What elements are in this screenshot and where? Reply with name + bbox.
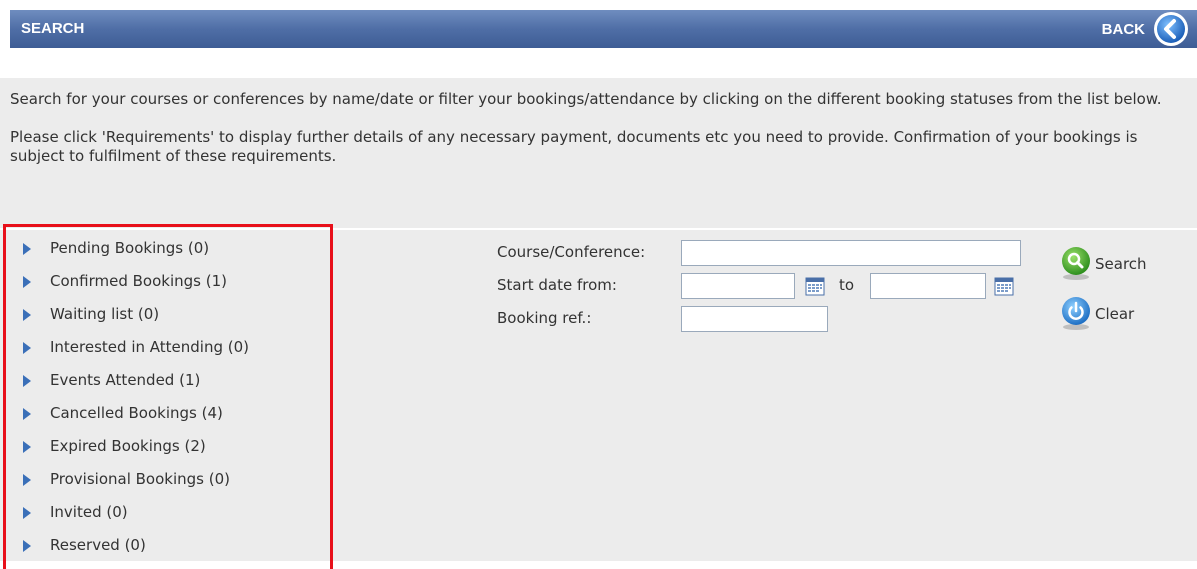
triangle-right-icon	[23, 441, 31, 453]
intro-paragraph-2: Please click 'Requirements' to display f…	[10, 128, 1138, 165]
triangle-right-icon	[23, 507, 31, 519]
intro-paragraph-1: Search for your courses or conferences b…	[10, 90, 1162, 108]
date-to-input[interactable]	[870, 273, 986, 299]
status-item-interested[interactable]: Interested in Attending (0)	[23, 338, 330, 371]
back-button[interactable]: BACK	[1102, 10, 1190, 48]
triangle-right-icon	[23, 276, 31, 288]
status-item-attended[interactable]: Events Attended (1)	[23, 371, 330, 404]
course-input[interactable]	[681, 240, 1021, 266]
status-label: Confirmed Bookings (1)	[50, 272, 227, 290]
status-item-confirmed[interactable]: Confirmed Bookings (1)	[23, 272, 330, 305]
page-title: SEARCH	[21, 20, 85, 37]
status-label: Provisional Bookings (0)	[50, 470, 230, 488]
page-header: SEARCH BACK	[10, 10, 1197, 48]
status-label: Cancelled Bookings (4)	[50, 404, 223, 422]
back-arrow-icon[interactable]	[1152, 10, 1190, 48]
triangle-right-icon	[23, 375, 31, 387]
calendar-icon[interactable]	[994, 276, 1014, 296]
calendar-icon[interactable]	[805, 276, 825, 296]
triangle-right-icon	[23, 342, 31, 354]
booking-ref-label: Booking ref.:	[497, 309, 592, 327]
status-item-expired[interactable]: Expired Bookings (2)	[23, 437, 330, 470]
status-item-provisional[interactable]: Provisional Bookings (0)	[23, 470, 330, 503]
clear-icon	[1062, 297, 1090, 330]
course-label: Course/Conference:	[497, 243, 646, 261]
status-label: Reserved (0)	[50, 536, 146, 554]
status-label: Events Attended (1)	[50, 371, 201, 389]
to-label: to	[839, 276, 855, 294]
status-item-reserved[interactable]: Reserved (0)	[23, 536, 330, 569]
search-button[interactable]: Search	[1060, 246, 1147, 282]
triangle-right-icon	[23, 408, 31, 420]
search-label: Search	[1095, 255, 1147, 273]
status-label: Invited (0)	[50, 503, 128, 521]
search-icon	[1062, 247, 1090, 280]
status-label: Interested in Attending (0)	[50, 338, 249, 356]
clear-button[interactable]: Clear	[1060, 296, 1134, 332]
clear-label: Clear	[1095, 305, 1135, 323]
intro-text: Search for your courses or conferences b…	[10, 90, 1190, 185]
start-date-label: Start date from:	[497, 276, 617, 294]
search-panel: Search for your courses or conferences b…	[0, 78, 1197, 569]
back-label: BACK	[1101, 20, 1145, 38]
triangle-right-icon	[23, 243, 31, 255]
booking-status-list: Pending Bookings (0) Confirmed Bookings …	[3, 224, 333, 569]
triangle-right-icon	[23, 474, 31, 486]
status-label: Waiting list (0)	[50, 305, 160, 323]
status-item-pending[interactable]: Pending Bookings (0)	[23, 239, 330, 272]
triangle-right-icon	[23, 540, 31, 552]
status-item-waiting[interactable]: Waiting list (0)	[23, 305, 330, 338]
triangle-right-icon	[23, 309, 31, 321]
status-item-invited[interactable]: Invited (0)	[23, 503, 330, 536]
status-item-cancelled[interactable]: Cancelled Bookings (4)	[23, 404, 330, 437]
booking-ref-input[interactable]	[681, 306, 828, 332]
date-from-input[interactable]	[681, 273, 795, 299]
status-label: Expired Bookings (2)	[50, 437, 206, 455]
status-label: Pending Bookings (0)	[50, 239, 210, 257]
